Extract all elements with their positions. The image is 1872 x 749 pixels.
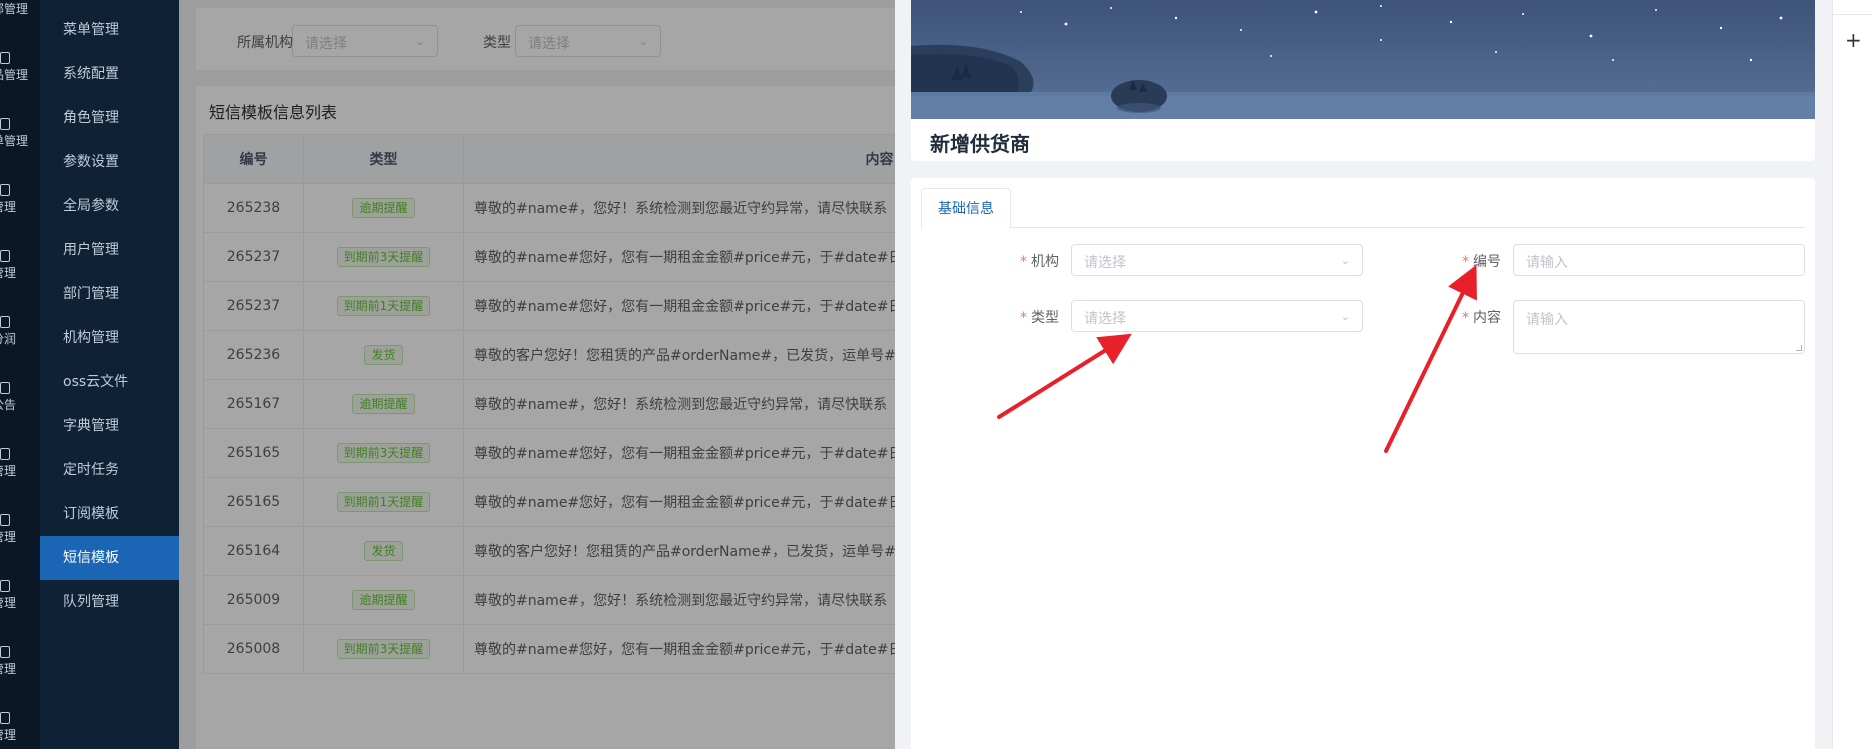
code-label-text: 编号: [1473, 254, 1501, 270]
sidebar-menu-item[interactable]: 参数设置: [40, 140, 179, 184]
rail-item[interactable]: 管理: [0, 448, 40, 498]
sidebar-menu-item[interactable]: 机构管理: [40, 316, 179, 360]
rail-item-label: 管理: [0, 662, 17, 676]
rail-item[interactable]: 管理: [0, 712, 40, 749]
drawer-title: 新增供货商: [930, 132, 1030, 156]
sidebar-menu-item[interactable]: 系统配置: [40, 52, 179, 96]
code-field-label: * 编号: [1462, 251, 1501, 271]
rail-item[interactable]: 管理: [0, 184, 40, 234]
icon-rail: 部管理品管理单管理管理管理分润公告管理管理管理管理管理: [0, 0, 40, 749]
divider: [1833, 14, 1872, 15]
flag-icon: [0, 382, 10, 394]
sidebar-menu-item[interactable]: 字典管理: [40, 404, 179, 448]
sidebar-menu-item[interactable]: 队列管理: [40, 580, 179, 624]
calendar-icon: [0, 184, 10, 196]
required-mark: *: [1020, 254, 1027, 270]
sidebar-menu-item[interactable]: 菜单管理: [40, 8, 179, 52]
rail-item[interactable]: 管理: [0, 250, 40, 300]
rail-item[interactable]: 管理: [0, 646, 40, 696]
sidebar-menu-item[interactable]: 用户管理: [40, 228, 179, 272]
org-select-placeholder: 请选择: [1084, 255, 1126, 271]
sidebar-menu-item[interactable]: 角色管理: [40, 96, 179, 140]
clock-icon: [0, 448, 10, 460]
document-icon: [0, 118, 10, 130]
search-icon: [0, 580, 10, 592]
org-label-text: 机构: [1031, 254, 1059, 270]
right-edge-strip: +: [1832, 0, 1872, 749]
sidebar-menu-item[interactable]: 短信模板: [40, 536, 179, 580]
rail-item[interactable]: 部管理: [0, 0, 40, 36]
rail-item-label: 管理: [0, 200, 17, 214]
sidebar-menu-item[interactable]: 定时任务: [40, 448, 179, 492]
sidebar-menu-item[interactable]: oss云文件: [40, 360, 179, 404]
code-input-placeholder: 请输入: [1526, 255, 1568, 271]
rail-item-label: 管理: [0, 464, 17, 478]
settings-icon: [0, 712, 10, 724]
rail-item-label: 单管理: [0, 134, 29, 148]
tab-bar: 基础信息: [921, 188, 1805, 229]
content-textarea-placeholder: 请输入: [1526, 312, 1568, 328]
rail-item[interactable]: 管理: [0, 580, 40, 630]
content-textarea[interactable]: 请输入: [1513, 300, 1805, 354]
coin-icon: [0, 316, 10, 328]
required-mark: *: [1462, 310, 1469, 326]
rail-item-label: 管理: [0, 266, 17, 280]
rail-item-label: 管理: [0, 728, 17, 742]
org-select[interactable]: 请选择 ⌄: [1071, 244, 1363, 276]
sidebar-menu-item[interactable]: 订阅模板: [40, 492, 179, 536]
file-icon: [0, 514, 10, 526]
type-select[interactable]: 请选择 ⌄: [1071, 300, 1363, 332]
rail-item-label: 管理: [0, 530, 17, 544]
required-mark: *: [1462, 254, 1469, 270]
content-label-text: 内容: [1473, 310, 1501, 326]
add-supplier-drawer: 新增供货商 基础信息 * 机构 请选择 ⌄ * 编号 请输入 * 类型 请选择 ⌄: [895, 0, 1832, 749]
code-input[interactable]: 请输入: [1513, 244, 1805, 276]
required-mark: *: [1020, 310, 1027, 326]
plus-icon[interactable]: +: [1845, 28, 1862, 52]
org-field-label: * 机构: [1020, 251, 1059, 271]
rail-item-label: 分润: [0, 332, 17, 346]
rail-item-label: 公告: [0, 398, 17, 412]
sidebar: 菜单管理 系统配置 角色管理 参数设置 全局参数 用户管理 部门管理 机构管理 oss云文件 字典…: [40, 0, 179, 749]
resize-handle-icon[interactable]: [1796, 345, 1802, 351]
rail-item-label: 部管理: [0, 2, 29, 16]
type-label-text: 类型: [1031, 310, 1059, 326]
tab-basic-info[interactable]: 基础信息: [921, 188, 1011, 229]
monitor-icon: [0, 52, 10, 64]
rail-item[interactable]: 品管理: [0, 52, 40, 102]
flag-icon: [0, 250, 10, 262]
rail-item[interactable]: 管理: [0, 514, 40, 564]
sidebar-menu-item[interactable]: 全局参数: [40, 184, 179, 228]
sidebar-menu-item[interactable]: 部门管理: [40, 272, 179, 316]
chevron-down-icon: ⌄: [1340, 310, 1350, 323]
type-field-label: * 类型: [1020, 307, 1059, 327]
rail-item-label: 品管理: [0, 68, 29, 82]
type-select-placeholder: 请选择: [1084, 311, 1126, 327]
night-banner-image: [911, 0, 1815, 119]
rail-item[interactable]: 单管理: [0, 118, 40, 168]
rail-item[interactable]: 分润: [0, 316, 40, 366]
drawer-header: 新增供货商: [911, 0, 1815, 161]
rail-item-label: 管理: [0, 596, 17, 610]
shield-icon: [0, 646, 10, 658]
rail-item[interactable]: 公告: [0, 382, 40, 432]
drawer-body: 基础信息 *机构 请选择 ⌄ *编号 请输入 *类型 请选择 ⌄ *内容: [911, 178, 1815, 749]
content-field-label: * 内容: [1462, 307, 1501, 327]
chevron-down-icon: ⌄: [1340, 254, 1350, 267]
